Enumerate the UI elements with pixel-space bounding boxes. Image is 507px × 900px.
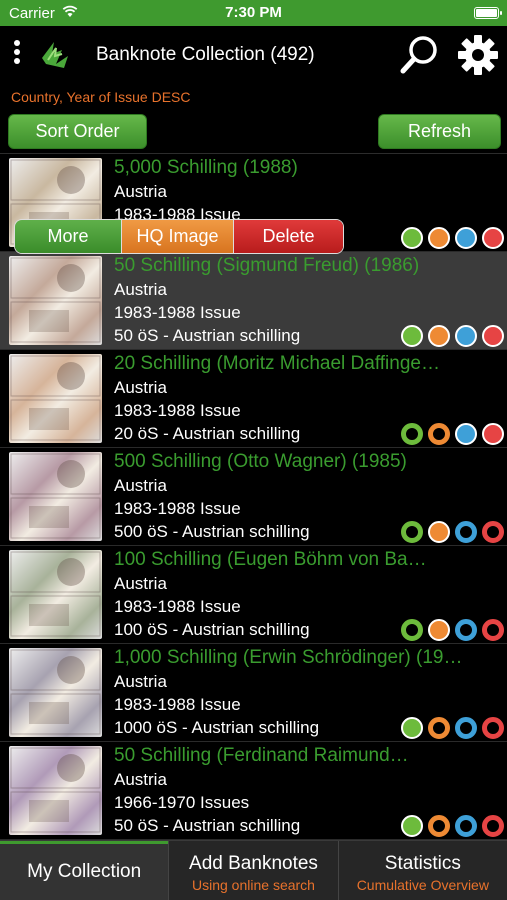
status-bar: Carrier 7:30 PM <box>0 0 507 26</box>
status-dot-icon[interactable] <box>482 619 504 641</box>
status-indicators <box>401 423 504 445</box>
status-dot-icon[interactable] <box>455 815 477 837</box>
status-dot-icon[interactable] <box>428 227 450 249</box>
banknote-country: Austria <box>114 182 167 201</box>
tab-label: Add Banknotes <box>189 853 318 874</box>
status-indicators <box>401 717 504 739</box>
banknote-thumbnail <box>9 452 102 541</box>
delete-button[interactable]: Delete <box>233 220 343 253</box>
page-title: Banknote Collection (492) <box>96 44 315 65</box>
more-menu-icon[interactable] <box>13 40 23 68</box>
status-dot-icon[interactable] <box>401 815 423 837</box>
banknote-denomination: 100 öS - Austrian schilling <box>114 620 310 639</box>
banknote-title: 5,000 Schilling (1988) <box>114 157 298 178</box>
status-dot-icon[interactable] <box>455 423 477 445</box>
banknote-title: 100 Schilling (Eugen Böhm von Ba… <box>114 549 427 570</box>
tab-add-banknotes[interactable]: Add Banknotes Using online search <box>169 841 339 900</box>
status-dot-icon[interactable] <box>428 521 450 543</box>
list-item[interactable]: 1,000 Schilling (Erwin Schrödinger) (19…… <box>0 644 507 742</box>
hq-image-button[interactable]: HQ Image <box>121 220 233 253</box>
banknote-issue: 1983-1988 Issue <box>114 303 241 322</box>
list-item[interactable]: 20 Schilling (Moritz Michael Daffinge… Au… <box>0 350 507 448</box>
sort-order-button[interactable]: Sort Order <box>8 114 147 149</box>
tab-label: My Collection <box>27 861 142 882</box>
banknote-denomination: 1000 öS - Austrian schilling <box>114 718 320 737</box>
tab-label: Statistics <box>384 853 461 874</box>
status-dot-icon[interactable] <box>428 717 450 739</box>
list-item[interactable]: 500 Schilling (Otto Wagner) (1985) Austri… <box>0 448 507 546</box>
banknote-title: 20 Schilling (Moritz Michael Daffinge… <box>114 353 440 374</box>
search-icon[interactable] <box>398 34 440 76</box>
status-dot-icon[interactable] <box>401 717 423 739</box>
banknote-denomination: 50 öS - Austrian schilling <box>114 816 301 835</box>
banknote-country: Austria <box>114 574 167 593</box>
banknote-thumbnail <box>9 648 102 737</box>
list-item[interactable]: 50 Schilling (Ferdinand Raimund… Austria 1… <box>0 742 507 840</box>
status-dot-icon[interactable] <box>482 325 504 347</box>
banknote-thumbnail <box>9 354 102 443</box>
status-dot-icon[interactable] <box>401 423 423 445</box>
battery-icon <box>474 7 502 19</box>
list-item[interactable]: 50 Schilling (Sigmund Freud) (1986) Austr… <box>0 252 507 350</box>
more-button[interactable]: More <box>15 220 121 253</box>
status-dot-icon[interactable] <box>455 325 477 347</box>
banknote-denomination: 50 öS - Austrian schilling <box>114 326 301 345</box>
tab-subtitle: Cumulative Overview <box>356 877 489 893</box>
banknote-issue: 1983-1988 Issue <box>114 597 241 616</box>
tab-bar: My Collection Add Banknotes Using online… <box>0 840 507 900</box>
banknote-country: Austria <box>114 280 167 299</box>
banknote-issue: 1983-1988 Issue <box>114 695 241 714</box>
status-dot-icon[interactable] <box>455 619 477 641</box>
banknote-title: 1,000 Schilling (Erwin Schrödinger) (19… <box>114 647 463 668</box>
status-dot-icon[interactable] <box>482 717 504 739</box>
sort-criteria-label: Country, Year of Issue DESC <box>11 89 191 105</box>
status-dot-icon[interactable] <box>455 717 477 739</box>
list-item[interactable]: 100 Schilling (Eugen Böhm von Ba… Austria… <box>0 546 507 644</box>
tab-subtitle: Using online search <box>192 877 315 893</box>
status-indicators <box>401 521 504 543</box>
gear-icon[interactable] <box>456 33 500 77</box>
status-dot-icon[interactable] <box>455 521 477 543</box>
clock: 7:30 PM <box>225 4 282 21</box>
status-dot-icon[interactable] <box>482 423 504 445</box>
banknote-country: Austria <box>114 770 167 789</box>
banknote-title: 50 Schilling (Sigmund Freud) (1986) <box>114 255 420 276</box>
banknote-issue: 1983-1988 Issue <box>114 499 241 518</box>
banknote-country: Austria <box>114 476 167 495</box>
row-action-menu: More HQ Image Delete <box>14 219 344 254</box>
banknote-country: Austria <box>114 378 167 397</box>
banknote-thumbnail <box>9 550 102 639</box>
status-dot-icon[interactable] <box>428 325 450 347</box>
status-indicators <box>401 325 504 347</box>
status-dot-icon[interactable] <box>428 423 450 445</box>
status-dot-icon[interactable] <box>482 227 504 249</box>
nav-bar: Banknote Collection (492) <box>0 26 507 82</box>
status-dot-icon[interactable] <box>401 619 423 641</box>
app-logo-icon <box>42 42 68 68</box>
status-dot-icon[interactable] <box>401 227 423 249</box>
status-dot-icon[interactable] <box>401 521 423 543</box>
status-indicators <box>401 227 504 249</box>
banknote-country: Austria <box>114 672 167 691</box>
refresh-button[interactable]: Refresh <box>378 114 501 149</box>
status-dot-icon[interactable] <box>482 521 504 543</box>
status-dot-icon[interactable] <box>401 325 423 347</box>
status-indicators <box>401 815 504 837</box>
banknote-list: 5,000 Schilling (1988) Austria 1983-1988 I… <box>0 154 507 840</box>
banknote-title: 50 Schilling (Ferdinand Raimund… <box>114 745 409 766</box>
tab-statistics[interactable]: Statistics Cumulative Overview <box>339 841 507 900</box>
banknote-issue: 1983-1988 Issue <box>114 401 241 420</box>
banknote-title: 500 Schilling (Otto Wagner) (1985) <box>114 451 407 472</box>
status-dot-icon[interactable] <box>482 815 504 837</box>
banknote-thumbnail <box>9 746 102 835</box>
tab-my-collection[interactable]: My Collection <box>0 841 170 900</box>
status-dot-icon[interactable] <box>455 227 477 249</box>
status-dot-icon[interactable] <box>428 619 450 641</box>
banknote-thumbnail <box>9 256 102 345</box>
status-indicators <box>401 619 504 641</box>
banknote-denomination: 500 öS - Austrian schilling <box>114 522 310 541</box>
banknote-denomination: 20 öS - Austrian schilling <box>114 424 301 443</box>
banknote-issue: 1966-1970 Issues <box>114 793 250 812</box>
status-dot-icon[interactable] <box>428 815 450 837</box>
